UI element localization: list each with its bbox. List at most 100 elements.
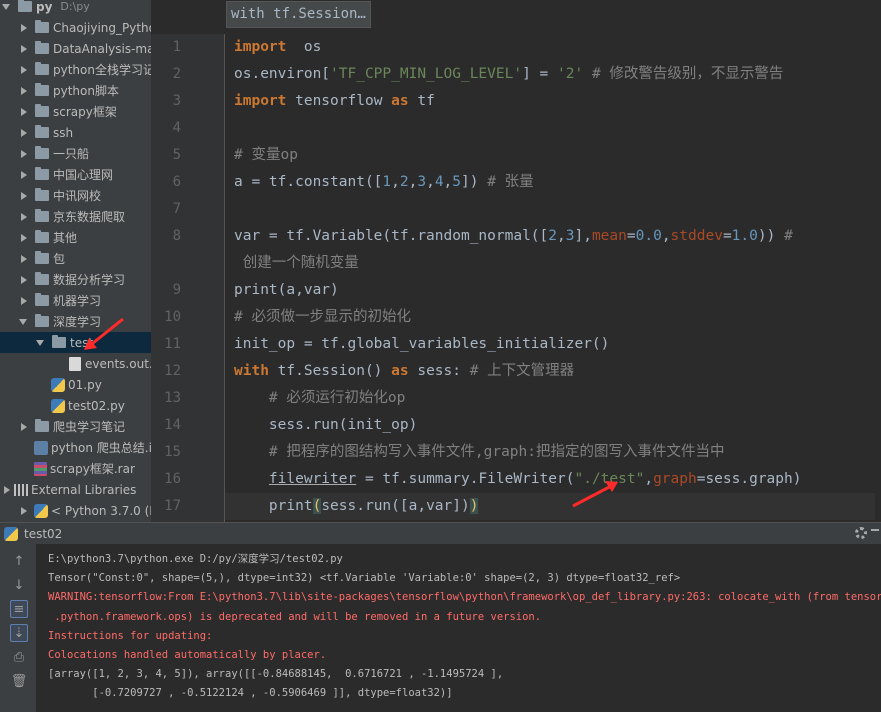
tree-folder[interactable]: 包 [0, 248, 151, 269]
code-line[interactable]: print(sess.run([a,var])) [225, 493, 875, 520]
library-icon [14, 483, 28, 496]
code-line[interactable]: os.environ['TF_CPP_MIN_LOG_LEVEL'] = '2'… [234, 61, 875, 88]
arrow-up-icon[interactable]: ↑ [10, 552, 28, 570]
chevron-right-icon[interactable] [19, 422, 29, 432]
chevron-right-icon[interactable] [19, 296, 29, 306]
line-number: 9 [172, 282, 181, 298]
tree-file[interactable]: python 爬虫总结.ipynb [0, 437, 151, 458]
code-line[interactable]: # 变量op [234, 142, 875, 169]
tree-folder[interactable]: scrapy框架 [0, 101, 151, 122]
breadcrumb[interactable]: with tf.Session… [226, 1, 371, 28]
chevron-right-icon[interactable] [19, 65, 29, 75]
tree-folder[interactable]: 深度学习 [0, 311, 151, 332]
tree-folder[interactable]: Chaojiying_Python [0, 17, 151, 38]
code-token: print [234, 498, 313, 514]
tree-folder[interactable]: 爬虫学习笔记 [0, 416, 151, 437]
code-line[interactable]: sess.run(init_op) [234, 412, 875, 439]
soft-wrap-icon[interactable]: ≡ [10, 600, 28, 618]
chevron-right-icon[interactable] [19, 233, 29, 243]
tree-file[interactable]: scrapy框架.rar [0, 458, 151, 479]
tree-folder[interactable]: 其他 [0, 227, 151, 248]
print-icon[interactable]: ⎙ [10, 648, 28, 666]
tree-folder[interactable]: 数据分析学习 [0, 269, 151, 290]
code-line[interactable]: with tf.Session() as sess: # 上下文管理器 [234, 358, 875, 385]
folder-icon [35, 230, 49, 243]
folder-icon [35, 188, 49, 201]
tree-folder[interactable]: DataAnalysis-master [0, 38, 151, 59]
tree-file[interactable]: External Libraries [0, 479, 151, 500]
code-line[interactable]: 创建一个随机变量 [234, 250, 875, 277]
code-line[interactable]: var = tf.Variable(tf.random_normal([2,3]… [234, 223, 875, 250]
trash-icon[interactable]: 🗑 [10, 672, 28, 690]
chevron-right-icon[interactable] [19, 506, 29, 516]
arrow-down-icon[interactable]: ↓ [10, 576, 28, 594]
code-token: , [443, 174, 453, 190]
tree-folder[interactable]: python脚本 [0, 80, 151, 101]
gear-icon[interactable] [855, 527, 867, 539]
folder-icon [35, 251, 49, 264]
tree-folder[interactable]: 京东数据爬取 [0, 206, 151, 227]
code-token: # 把程序的图结构写入事件文件,graph:把指定的图写入事件文件当中 [234, 444, 725, 460]
code-token: # 张量 [487, 174, 534, 190]
chevron-right-icon[interactable] [19, 86, 29, 96]
code-line[interactable]: a = tf.constant([1,2,3,4,5]) # 张量 [234, 169, 875, 196]
tree-item-label: DataAnalysis-master [53, 41, 151, 56]
tree-folder[interactable]: ssh [0, 122, 151, 143]
tree-folder[interactable]: python全栈学习记录 [0, 59, 151, 80]
code-line[interactable]: init_op = tf.global_variables_initialize… [234, 331, 875, 358]
folder-icon [35, 20, 49, 33]
code-token: os [286, 39, 322, 55]
tree-item-label: 爬虫学习笔记 [53, 420, 126, 434]
chevron-down-icon[interactable] [19, 317, 29, 327]
code-line[interactable]: import os [234, 34, 875, 61]
tree-folder[interactable]: test [0, 332, 151, 353]
python-file-icon [34, 503, 48, 518]
chevron-right-icon[interactable] [19, 275, 29, 285]
code-token: ]) [461, 174, 488, 190]
code-editor[interactable]: with tf.Session… 1 2 3 4 5 6 7 8 9 10 11 12 13 14 15 16… [151, 0, 881, 522]
chevron-right-icon[interactable] [19, 107, 29, 117]
chevron-right-icon[interactable] [19, 44, 29, 54]
tree-file[interactable]: 01.py [0, 374, 151, 395]
tree-folder[interactable]: 中讯网校 [0, 185, 151, 206]
code-token: '2' [557, 66, 584, 82]
chevron-right-icon[interactable] [19, 212, 29, 222]
hide-icon[interactable] [871, 529, 879, 531]
code-token: ) [469, 498, 479, 514]
code-line[interactable]: filewriter = tf.summary.FileWriter("./te… [234, 466, 875, 493]
code-token: sess: [408, 363, 470, 379]
tree-file[interactable]: events.out.tfevents [0, 353, 151, 374]
chevron-right-icon[interactable] [19, 149, 29, 159]
chevron-right-icon[interactable] [19, 23, 29, 33]
tree-item-label: test [70, 335, 94, 350]
tree-item-label: Chaojiying_Python [53, 20, 151, 35]
chevron-down-icon[interactable] [36, 338, 46, 348]
tree-file[interactable]: < Python 3.7.0 (E:\python3.7\python.exe)… [0, 500, 151, 521]
tree-item-label: ssh [53, 125, 74, 140]
code-line[interactable]: # 必须运行初始化op [234, 385, 875, 412]
chevron-right-icon[interactable] [19, 254, 29, 264]
code-line[interactable]: import tensorflow as tf [234, 88, 875, 115]
code-line[interactable]: print(a,var) [234, 277, 875, 304]
run-tab-title[interactable]: test02 [24, 527, 62, 541]
tree-file[interactable]: test02.py [0, 395, 151, 416]
console-output[interactable]: E:\python3.7\python.exe D:/py/深度学习/test0… [36, 544, 881, 712]
chevron-down-icon[interactable] [2, 2, 12, 12]
scroll-to-end-icon[interactable]: ⇣ [10, 624, 28, 642]
tree-folder[interactable]: 一只船 [0, 143, 151, 164]
code-line[interactable]: # 必须做一步显示的初始化 [234, 304, 875, 331]
tree-folder[interactable]: 中国心理网 [0, 164, 151, 185]
folder-icon [35, 209, 49, 222]
chevron-right-icon[interactable] [19, 170, 29, 180]
run-header[interactable]: test02 [0, 522, 881, 544]
chevron-right-icon[interactable] [2, 485, 12, 495]
tree-folder[interactable]: 机器学习 [0, 290, 151, 311]
chevron-right-icon[interactable] [19, 128, 29, 138]
code-line[interactable]: # 把程序的图结构写入事件文件,graph:把指定的图写入事件文件当中 [234, 439, 875, 466]
chevron-right-icon[interactable] [19, 191, 29, 201]
code-token: import [234, 93, 287, 109]
tree-item-label: 01.py [68, 377, 102, 392]
tree-folder[interactable]: py D:\py [0, 0, 151, 17]
project-tree[interactable]: py D:\py Chaojiying_Python DataAnalysis-mas… [0, 0, 151, 522]
